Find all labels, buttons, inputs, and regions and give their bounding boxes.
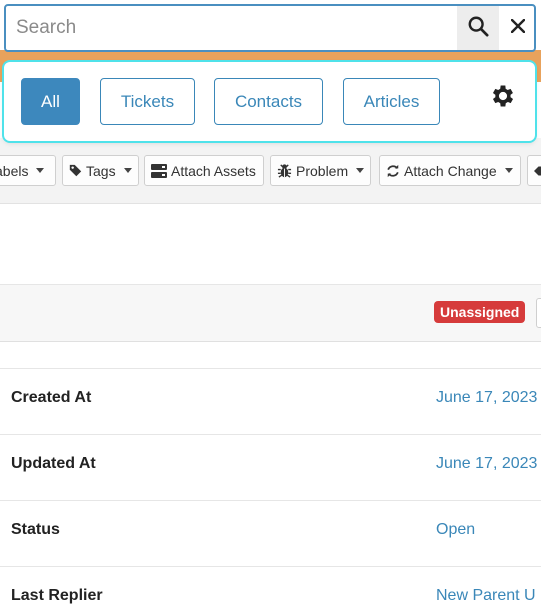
tags-dropdown[interactable]: Tags (62, 155, 139, 186)
server-icon (151, 163, 167, 178)
detail-value[interactable]: Open (436, 521, 475, 539)
search-icon (467, 15, 489, 42)
detail-row-updated-at: Updated At June 17, 2023 (0, 434, 541, 500)
page: abels Tags Attach Assets Problem (0, 0, 541, 611)
filter-all-button[interactable]: All (21, 78, 80, 125)
detail-label: Updated At (11, 455, 96, 472)
attach-assets-button[interactable]: Attach Assets (144, 155, 264, 186)
filter-contacts-button[interactable]: Contacts (214, 78, 323, 125)
header-action-button[interactable] (536, 298, 541, 328)
chevron-down-icon (123, 168, 132, 173)
search-bar (4, 4, 536, 52)
ticket-toolbar: abels Tags Attach Assets Problem (0, 138, 541, 204)
tag-icon (534, 165, 541, 177)
detail-value: June 17, 2023 (436, 455, 538, 472)
tag-icon (69, 164, 82, 177)
filter-articles-button[interactable]: Articles (343, 78, 440, 125)
filter-tickets-button[interactable]: Tickets (100, 78, 195, 125)
attach-assets-label: Attach Assets (171, 162, 256, 179)
detail-row-status: Status Open (0, 500, 541, 566)
labels-label: abels (0, 162, 29, 179)
chevron-down-icon (504, 168, 513, 173)
search-input[interactable] (16, 6, 456, 50)
detail-label: Last Replier (11, 587, 103, 604)
detail-value: June 17, 2023 (436, 389, 538, 406)
bug-icon (277, 163, 292, 178)
problem-dropdown[interactable]: Problem (270, 155, 371, 186)
search-filter-panel: All Tickets Contacts Articles (4, 62, 535, 141)
content-blank (0, 204, 541, 284)
labels-dropdown[interactable]: abels (0, 155, 56, 186)
tags-label: Tags (86, 162, 116, 179)
attach-change-label: Attach Change (404, 162, 497, 179)
detail-label: Created At (11, 389, 92, 406)
detail-row-last-replier: Last Replier New Parent U (0, 566, 541, 611)
more-toolbar-button[interactable] (527, 155, 541, 186)
detail-label: Status (11, 521, 60, 538)
close-icon (510, 18, 526, 38)
status-badge: Unassigned (434, 301, 526, 323)
chevron-down-icon (36, 168, 45, 173)
refresh-icon (386, 164, 400, 178)
search-settings-button[interactable] (488, 83, 518, 113)
gear-icon (489, 82, 517, 115)
ticket-header: Unassigned (0, 284, 541, 342)
problem-label: Problem (296, 162, 349, 179)
attach-change-dropdown[interactable]: Attach Change (379, 155, 521, 186)
detail-value[interactable]: New Parent U (436, 587, 536, 605)
detail-row-created-at: Created At June 17, 2023 (0, 368, 541, 434)
clear-search-button[interactable] (500, 6, 536, 50)
chevron-down-icon (356, 168, 365, 173)
search-button[interactable] (457, 6, 499, 50)
